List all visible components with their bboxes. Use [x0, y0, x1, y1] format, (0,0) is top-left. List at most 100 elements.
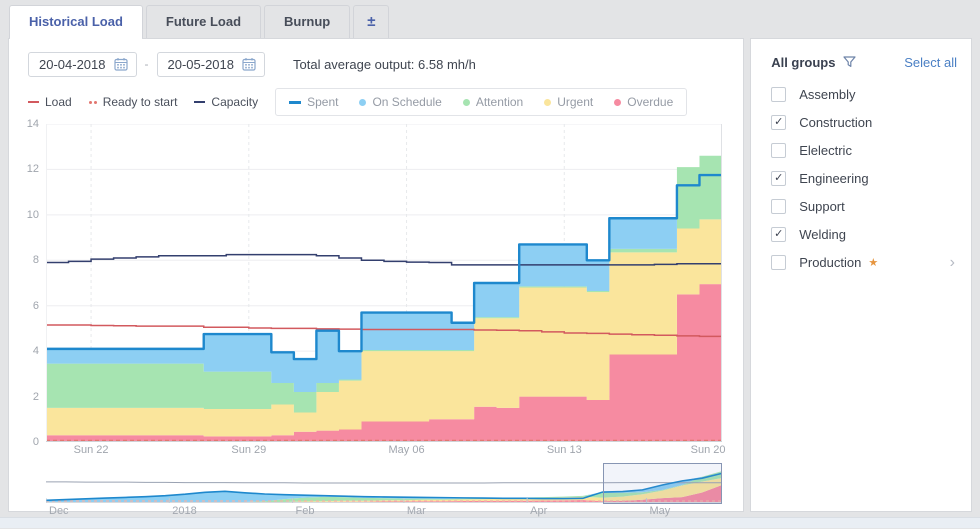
group-row-support[interactable]: Support: [771, 197, 957, 216]
line-legend: Load Ready to start Capacity: [28, 95, 258, 109]
legend-item-attention[interactable]: Attention: [463, 95, 523, 109]
capacity-line-swatch: [194, 101, 205, 103]
navigator-month-label: 2018: [169, 505, 196, 517]
navigator-month-label: Apr: [527, 505, 547, 517]
tab-burnup[interactable]: Burnup: [264, 5, 350, 38]
select-all-link[interactable]: Select all: [904, 55, 957, 70]
spent-line-swatch: [289, 101, 301, 104]
group-label: Production: [799, 255, 861, 270]
calendar-icon[interactable]: [242, 57, 256, 71]
workload-page: Historical Load Future Load Burnup ± 20-…: [0, 0, 980, 528]
legend-item-load[interactable]: Load: [28, 95, 72, 109]
group-label: Assembly: [799, 87, 855, 102]
date-to-input[interactable]: 20-05-2018: [157, 52, 266, 77]
legend-label: Capacity: [211, 95, 258, 109]
legend-item-overdue[interactable]: Overdue: [614, 95, 673, 109]
area-legend: Spent On Schedule Attention Urgent: [275, 88, 687, 116]
total-average-output: Total average output: 6.58 mh/h: [293, 57, 476, 72]
content-row: 20-04-2018 - 20-05-2018: [8, 38, 972, 512]
group-row-construction[interactable]: ✓ Construction: [771, 113, 957, 132]
group-label: Construction: [799, 115, 872, 130]
date-to-value: 20-05-2018: [168, 57, 235, 72]
chart-area: 02468101214: [22, 124, 729, 442]
attention-swatch: [463, 99, 470, 106]
legend-label: On Schedule: [372, 95, 441, 109]
chart-card: 20-04-2018 - 20-05-2018: [8, 38, 744, 512]
star-icon[interactable]: ★: [868, 256, 878, 269]
date-range-separator: -: [145, 57, 149, 71]
legend-label: Urgent: [557, 95, 593, 109]
navigator-month-label: Mar: [404, 505, 426, 517]
legend-label: Ready to start: [103, 95, 178, 109]
checkbox-engineering[interactable]: ✓: [771, 171, 786, 186]
tab-historical-load[interactable]: Historical Load: [9, 5, 143, 38]
navigator-month-label: Dec: [46, 505, 69, 517]
legend-label: Spent: [307, 95, 338, 109]
y-axis-label: 6: [33, 300, 39, 312]
ready-to-start-swatch: [89, 101, 92, 104]
checkbox-support[interactable]: [771, 199, 786, 214]
y-axis: 02468101214: [22, 124, 46, 442]
urgent-swatch: [544, 99, 551, 106]
groups-panel-title: All groups: [771, 55, 835, 70]
group-row-welding[interactable]: ✓ Welding: [771, 225, 957, 244]
controls-row: 20-04-2018 - 20-05-2018: [28, 49, 729, 79]
navigator-selection-window[interactable]: [603, 463, 722, 504]
group-label: Engineering: [799, 171, 868, 186]
chevron-right-icon[interactable]: ›: [950, 257, 957, 269]
plus-underline-icon: ±: [367, 13, 375, 30]
checkbox-assembly[interactable]: [771, 87, 786, 102]
legend-item-urgent[interactable]: Urgent: [544, 95, 593, 109]
legend-item-capacity[interactable]: Capacity: [194, 95, 258, 109]
group-label: Support: [799, 199, 845, 214]
tab-future-load[interactable]: Future Load: [146, 5, 261, 38]
legend-item-spent[interactable]: Spent: [289, 95, 338, 109]
y-axis-label: 0: [33, 436, 39, 448]
main-chart-canvas: [46, 124, 722, 442]
x-axis-label: Sun 22: [74, 444, 109, 456]
checkbox-production[interactable]: [771, 255, 786, 270]
add-tab-button[interactable]: ±: [353, 5, 389, 38]
x-axis-label: May 06: [388, 444, 424, 456]
load-line-swatch: [28, 101, 39, 103]
group-row-elelectric[interactable]: Elelectric: [771, 141, 957, 160]
on-schedule-swatch: [359, 99, 366, 106]
x-axis-label: Sun 13: [547, 444, 582, 456]
y-axis-label: 12: [27, 163, 39, 175]
y-axis-label: 8: [33, 254, 39, 266]
legend-label: Attention: [476, 95, 523, 109]
y-axis-label: 10: [27, 209, 39, 221]
group-row-assembly[interactable]: Assembly: [771, 85, 957, 104]
checkbox-elelectric[interactable]: [771, 143, 786, 158]
tab-bar: Historical Load Future Load Burnup ±: [9, 5, 972, 38]
navigator-month-label: May: [646, 505, 670, 517]
y-axis-label: 14: [27, 118, 39, 130]
group-label: Elelectric: [799, 143, 852, 158]
x-axis: Sun 22 Sun 29 May 06 Sun 13 Sun 20: [46, 442, 722, 458]
calendar-icon[interactable]: [114, 57, 128, 71]
legend-item-on-schedule[interactable]: On Schedule: [359, 95, 441, 109]
checkbox-construction[interactable]: ✓: [771, 115, 786, 130]
overdue-swatch: [614, 99, 621, 106]
y-axis-label: 2: [33, 391, 39, 403]
date-from-value: 20-04-2018: [39, 57, 106, 72]
legend-row: Load Ready to start Capacity Spent: [28, 88, 729, 116]
group-list: Assembly ✓ Construction Elelectric ✓ Eng…: [771, 85, 957, 272]
groups-panel: All groups Select all Assembly ✓ Constru…: [750, 38, 972, 512]
x-axis-label: Sun 29: [231, 444, 266, 456]
legend-item-ready-to-start[interactable]: Ready to start: [89, 95, 178, 109]
timeline-navigator[interactable]: Dec 2018 Feb Mar Apr May: [46, 463, 722, 519]
checkbox-welding[interactable]: ✓: [771, 227, 786, 242]
legend-label: Load: [45, 95, 72, 109]
group-row-engineering[interactable]: ✓ Engineering: [771, 169, 957, 188]
x-axis-label: Sun 20: [691, 444, 726, 456]
funnel-icon[interactable]: [843, 56, 857, 69]
legend-label: Overdue: [627, 95, 673, 109]
groups-panel-header: All groups Select all: [771, 55, 957, 70]
navigator-month-label: Feb: [293, 505, 315, 517]
date-from-input[interactable]: 20-04-2018: [28, 52, 137, 77]
group-row-production[interactable]: Production ★ ›: [771, 253, 957, 272]
group-label: Welding: [799, 227, 846, 242]
y-axis-label: 4: [33, 345, 39, 357]
navigator-axis: Dec 2018 Feb Mar Apr May: [46, 505, 722, 519]
